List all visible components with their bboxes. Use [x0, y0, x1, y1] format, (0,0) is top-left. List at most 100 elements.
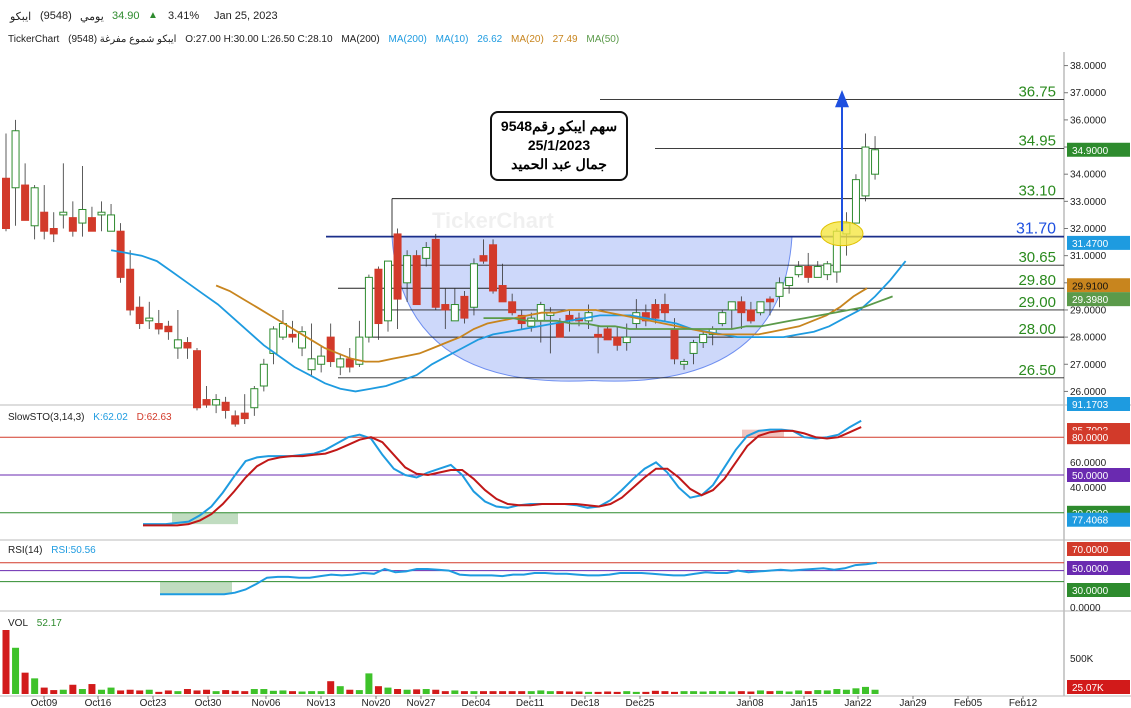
candle-body [498, 285, 507, 303]
candle-body [775, 282, 784, 297]
volume-bar [776, 690, 784, 694]
up-arrow-icon: ▲ [148, 10, 158, 21]
volume-bar [451, 690, 459, 694]
candle-body [871, 149, 880, 175]
volume-bar [508, 691, 516, 694]
chart-canvas[interactable]: 38.000037.000036.000035.000034.000033.00… [0, 0, 1131, 708]
header-date: Jan 25, 2023 [214, 10, 278, 22]
volume-bar [546, 691, 554, 694]
volume-bar [441, 691, 449, 694]
candle-body [221, 401, 230, 411]
volume-bar [699, 691, 707, 694]
volume-bar [394, 689, 402, 694]
candle-body [259, 363, 268, 387]
ma20-label: MA(20) [511, 34, 544, 45]
volume-bar [193, 690, 201, 694]
volume-bar [78, 689, 86, 694]
annotation-line-3: جمال عبد الحميد [511, 156, 607, 172]
candle-body [422, 247, 431, 259]
candle-body [164, 325, 173, 333]
header-bar: ايبكو (9548) يومي 34.90 ▲ 3.41% Jan 25, … [0, 0, 1131, 32]
candle-body [785, 276, 794, 287]
x-tick-label: Jan29 [899, 698, 927, 708]
candle-body [145, 317, 154, 322]
volume-bar [785, 691, 793, 694]
symbol-code: (9548) [40, 10, 72, 22]
candle-body [489, 244, 498, 292]
volume-tag-label: 25.07K [1072, 683, 1104, 694]
x-tick-label: Oct09 [31, 698, 58, 708]
rsi-tag-label: 30.0000 [1072, 586, 1109, 597]
candle-body [508, 301, 517, 314]
candle-body [135, 306, 144, 325]
price-tag-label: 34.9000 [1072, 146, 1109, 157]
level-label-33.10: 33.10 [1018, 183, 1056, 200]
candle-body [737, 301, 746, 314]
price-tick-label: 29.0000 [1070, 305, 1107, 316]
x-tick-label: Nov20 [362, 698, 391, 708]
vol-value: 52.17 [36, 618, 62, 629]
volume-bar [403, 689, 411, 694]
price-tick-label: 32.0000 [1070, 224, 1107, 235]
volume-bar [470, 691, 478, 694]
candle-body [97, 211, 106, 216]
candle-body [49, 228, 58, 235]
candle-body [336, 358, 345, 368]
candle-body [689, 342, 698, 354]
level-label-34.95: 34.95 [1018, 132, 1056, 149]
candle-body [441, 304, 450, 311]
volume-bar [537, 690, 545, 694]
volume-bar [756, 690, 764, 694]
volume-bar [212, 691, 220, 694]
symbol-description: ايبكو شموع مفرغة (9548) [68, 34, 177, 45]
stoch-name: SlowSTO(3,14,3) [8, 412, 85, 423]
stoch-tick-label: 40.0000 [1070, 483, 1107, 494]
volume-bar [298, 691, 306, 694]
candle-body [87, 217, 96, 232]
volume-bar [413, 689, 421, 694]
volume-bar [289, 691, 296, 694]
candle-body [851, 179, 860, 224]
volume-bar [183, 689, 191, 694]
volume-bar [718, 691, 726, 694]
volume-bar [365, 673, 373, 694]
candle-body [288, 333, 297, 338]
candle-body [746, 309, 755, 322]
price-tick-label: 31.0000 [1070, 251, 1107, 262]
price-tag-label: 29.3980 [1072, 295, 1109, 306]
volume-bar [575, 691, 583, 694]
candle-body [412, 255, 421, 306]
volume-bar [594, 691, 602, 694]
candle-body [183, 342, 192, 349]
x-tick-label: Dec04 [462, 698, 491, 708]
candle-body [393, 233, 402, 300]
volume-bar [852, 688, 860, 694]
volume-bar [40, 687, 48, 694]
volume-bar [747, 691, 755, 694]
volume-bar [50, 690, 58, 694]
candle-body [718, 312, 727, 325]
symbol-name[interactable]: ايبكو [10, 10, 31, 23]
volume-tick-label: 500K [1070, 654, 1094, 665]
period-label[interactable]: يومي [80, 10, 104, 23]
rsi-name: RSI(14) [8, 545, 43, 556]
volume-bar [814, 690, 822, 694]
candle-body [794, 266, 803, 276]
x-tick-label: Dec11 [516, 698, 545, 708]
candle-body [469, 263, 478, 308]
candle-body [2, 177, 10, 229]
volume-bar [250, 689, 258, 694]
watermark: TickerChart [432, 208, 554, 233]
candle-body [107, 214, 116, 232]
candle-body [193, 350, 201, 409]
vol-pane-label: VOL 52.17 [8, 618, 68, 629]
candle-body [479, 255, 488, 262]
candle-body [670, 328, 679, 360]
annotation-box[interactable]: سهم ايبكو رقم9548 25/1/2023 جمال عبد الح… [490, 111, 628, 181]
x-tick-label: Jan22 [844, 698, 872, 708]
volume-bar [737, 691, 745, 694]
stoch-d: D:62.63 [136, 412, 172, 423]
stoch-tick-label: 60.0000 [1070, 458, 1107, 469]
level-label-29.80: 29.80 [1018, 272, 1056, 289]
candle-body [861, 146, 870, 197]
